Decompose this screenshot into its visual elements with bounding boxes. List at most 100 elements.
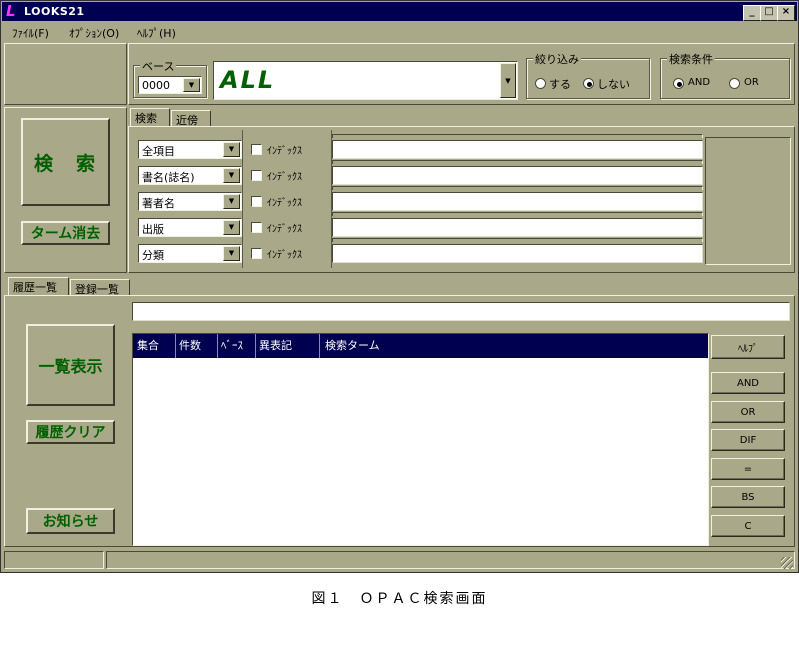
history-table[interactable]: 集合 件数 ﾍﾞｰｽ 異表記 検索ターム	[132, 333, 709, 546]
top-left-panel	[4, 43, 127, 105]
column-header-variant[interactable]: 異表記	[259, 337, 292, 353]
menu-options[interactable]: ｵﾌﾟｼｮﾝ(O)	[69, 25, 119, 41]
index-checkbox-label: ｲﾝﾃﾞｯｸｽ	[267, 172, 302, 183]
chevron-down-icon[interactable]: ▼	[223, 194, 240, 209]
app-logo-icon: L	[6, 2, 16, 20]
history-table-header: 集合 件数 ﾍﾞｰｽ 異表記 検索ターム	[133, 334, 708, 358]
search-term-input[interactable]	[332, 140, 703, 159]
equals-button[interactable]: =	[711, 458, 785, 480]
menu-file[interactable]: ﾌｧｲﾙ(F)	[12, 25, 49, 41]
clear-button[interactable]: C	[711, 515, 785, 537]
narrow-group: 絞り込み する しない	[526, 51, 650, 99]
menu-help[interactable]: ﾍﾙﾌﾟ(H)	[137, 25, 176, 41]
column-divider	[319, 334, 320, 358]
narrow-no-label: しない	[597, 78, 630, 91]
search-term-input[interactable]	[332, 244, 703, 263]
close-button[interactable]: ×	[777, 5, 795, 21]
field-select[interactable]: 書名(誌名) ▼	[138, 166, 242, 185]
title-bar[interactable]: L LOOKS21 _ □ ×	[2, 2, 797, 21]
list-display-button[interactable]: 一覧表示	[26, 324, 115, 406]
maximize-button[interactable]: □	[760, 5, 778, 21]
input-frame	[332, 134, 703, 138]
condition-group-label: 検索条件	[667, 51, 715, 67]
base-group-label: ベース	[140, 58, 177, 74]
minimize-button[interactable]: _	[743, 5, 761, 21]
field-select-value: 分類	[142, 249, 164, 262]
field-select-value: 出版	[142, 223, 164, 236]
base-panel: ベース 0000 ▼ ALL ▼ 絞り込み する しない 検索条件 AND OR	[128, 43, 795, 105]
column-header-base[interactable]: ﾍﾞｰｽ	[221, 337, 243, 353]
index-checkbox-label: ｲﾝﾃﾞｯｸｽ	[267, 250, 302, 261]
field-select-value: 全項目	[142, 145, 175, 158]
backspace-button[interactable]: BS	[711, 486, 785, 508]
narrow-yes-label: する	[549, 78, 571, 91]
window-title: LOOKS21	[24, 5, 85, 18]
search-button[interactable]: 検 索	[21, 118, 110, 206]
column-header-set[interactable]: 集合	[137, 337, 159, 353]
input-frame	[332, 238, 703, 242]
search-button-panel: 検 索 ターム消去	[4, 107, 127, 273]
narrow-yes-radio[interactable]	[535, 78, 546, 89]
search-term-input[interactable]	[332, 218, 703, 237]
input-frame	[332, 186, 703, 190]
base-group: ベース 0000 ▼	[133, 58, 207, 98]
field-select-value: 著者名	[142, 197, 175, 210]
tab-search[interactable]: 検索	[130, 108, 170, 127]
base-name-display: ALL	[220, 66, 276, 94]
field-select[interactable]: 分類 ▼	[138, 244, 242, 263]
chevron-down-icon[interactable]: ▼	[183, 78, 200, 92]
history-panel: 一覧表示 履歴クリア お知らせ 集合 件数 ﾍﾞｰｽ 異表記 検索ターム ﾍﾙﾌ…	[4, 295, 795, 547]
chevron-down-icon[interactable]: ▼	[500, 63, 516, 98]
menu-bar: ﾌｧｲﾙ(F) ｵﾌﾟｼｮﾝ(O) ﾍﾙﾌﾟ(H)	[2, 21, 797, 41]
index-checkbox[interactable]	[251, 144, 262, 155]
base-select[interactable]: 0000 ▼	[138, 76, 202, 94]
index-checkbox[interactable]	[251, 170, 262, 181]
chevron-down-icon[interactable]: ▼	[223, 220, 240, 235]
app-window: L LOOKS21 _ □ × ﾌｧｲﾙ(F) ｵﾌﾟｼｮﾝ(O) ﾍﾙﾌﾟ(H…	[0, 0, 799, 573]
column-divider	[217, 334, 218, 358]
resize-grip-icon[interactable]	[781, 557, 793, 569]
input-frame	[332, 212, 703, 216]
chevron-down-icon[interactable]: ▼	[223, 246, 240, 261]
index-checkbox[interactable]	[251, 222, 262, 233]
command-input[interactable]	[132, 302, 790, 321]
field-select[interactable]: 出版 ▼	[138, 218, 242, 237]
notice-button[interactable]: お知らせ	[26, 508, 115, 534]
index-checkbox-label: ｲﾝﾃﾞｯｸｽ	[267, 224, 302, 235]
column-header-term[interactable]: 検索ターム	[325, 337, 380, 353]
index-checkbox[interactable]	[251, 196, 262, 207]
column-divider	[175, 334, 176, 358]
index-checkbox-label: ｲﾝﾃﾞｯｸｽ	[267, 198, 302, 209]
search-term-input[interactable]	[332, 166, 703, 185]
condition-and-label: AND	[688, 77, 711, 88]
chevron-down-icon[interactable]: ▼	[223, 168, 240, 183]
condition-group: 検索条件 AND OR	[660, 51, 790, 99]
tab-registered[interactable]: 登録一覧	[70, 279, 130, 296]
search-side-area	[705, 137, 791, 265]
clear-history-button[interactable]: 履歴クリア	[26, 420, 115, 444]
chevron-down-icon[interactable]: ▼	[223, 142, 240, 157]
base-select-value: 0000	[142, 79, 170, 92]
tab-proximity[interactable]: 近傍	[171, 110, 211, 127]
base-name-select[interactable]: ALL ▼	[213, 61, 518, 100]
and-button[interactable]: AND	[711, 372, 785, 394]
narrow-group-label: 絞り込み	[533, 51, 581, 67]
figure-caption: 図１ ＯＰＡＣ検索画面	[311, 591, 488, 607]
search-term-input[interactable]	[332, 192, 703, 211]
field-select-value: 書名(誌名)	[142, 171, 195, 184]
condition-and-radio[interactable]	[673, 78, 684, 89]
or-button[interactable]: OR	[711, 401, 785, 423]
index-checkbox-label: ｲﾝﾃﾞｯｸｽ	[267, 146, 302, 157]
tab-history[interactable]: 履歴一覧	[8, 277, 69, 296]
help-button[interactable]: ﾍﾙﾌﾟ	[711, 335, 785, 359]
column-header-count[interactable]: 件数	[179, 337, 201, 353]
field-select[interactable]: 著者名 ▼	[138, 192, 242, 211]
clear-terms-button[interactable]: ターム消去	[21, 221, 110, 245]
field-select[interactable]: 全項目 ▼	[138, 140, 242, 159]
status-bar-pane-right	[106, 551, 795, 569]
condition-or-radio[interactable]	[729, 78, 740, 89]
index-checkbox[interactable]	[251, 248, 262, 259]
dif-button[interactable]: DIF	[711, 429, 785, 451]
narrow-no-radio[interactable]	[583, 78, 594, 89]
input-frame	[332, 160, 703, 164]
